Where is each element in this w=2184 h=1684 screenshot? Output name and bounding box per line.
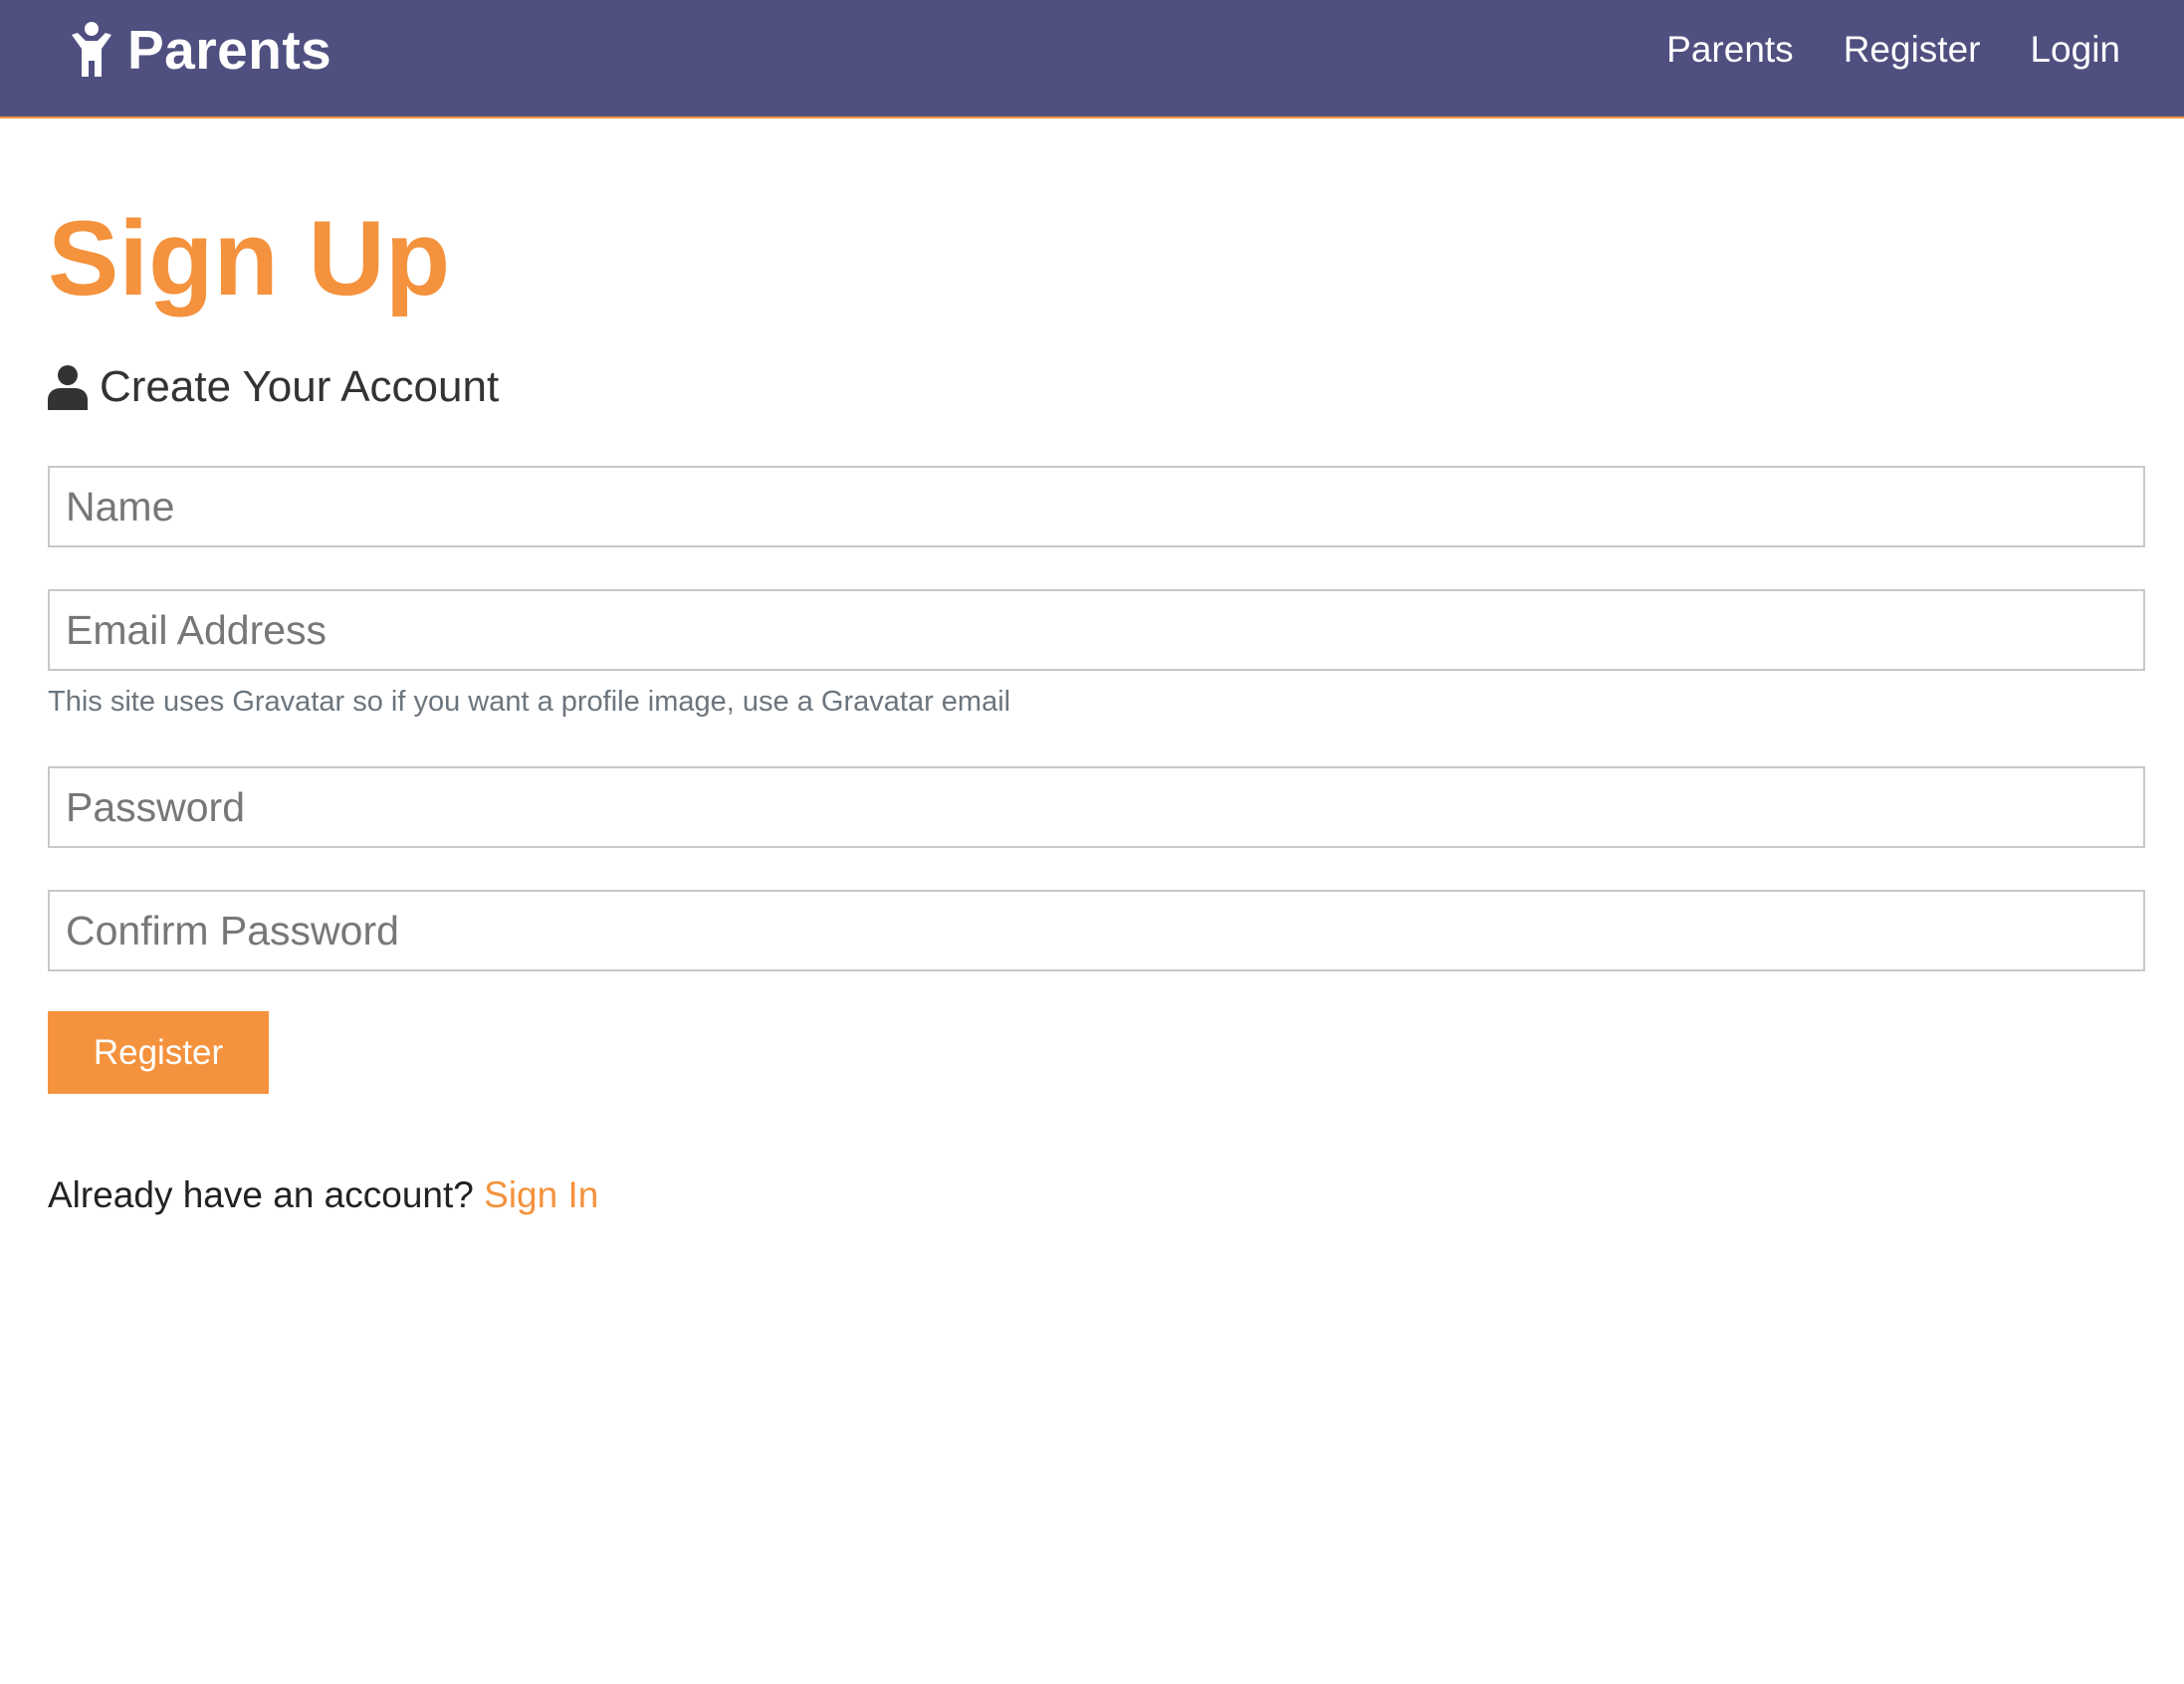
child-icon (70, 21, 113, 79)
signin-link[interactable]: Sign In (484, 1174, 598, 1215)
nav-links: Parents Register Login (1617, 24, 2120, 76)
signin-prompt-line: Already have an account? Sign In (48, 1170, 598, 1220)
signin-prompt: Already have an account? (48, 1174, 474, 1215)
email-hint: This site uses Gravatar so if you want a… (48, 686, 1011, 718)
brand-link[interactable]: Parents (70, 18, 331, 82)
nav-link-parents[interactable]: Parents (1666, 24, 1794, 76)
register-button[interactable]: Register (48, 1011, 269, 1094)
navbar: Parents Parents Register Login (0, 0, 2184, 118)
subtitle: Create Your Account (48, 357, 499, 417)
user-icon (48, 364, 88, 410)
subtitle-text: Create Your Account (100, 362, 500, 411)
email-input[interactable] (48, 589, 2145, 671)
name-input[interactable] (48, 466, 2145, 547)
confirm-password-input[interactable] (48, 890, 2145, 971)
password-input[interactable] (48, 766, 2145, 848)
nav-link-login[interactable]: Login (2030, 24, 2120, 76)
page-title: Sign Up (48, 198, 451, 317)
nav-link-register[interactable]: Register (1844, 24, 1981, 76)
brand-label: Parents (127, 19, 332, 81)
